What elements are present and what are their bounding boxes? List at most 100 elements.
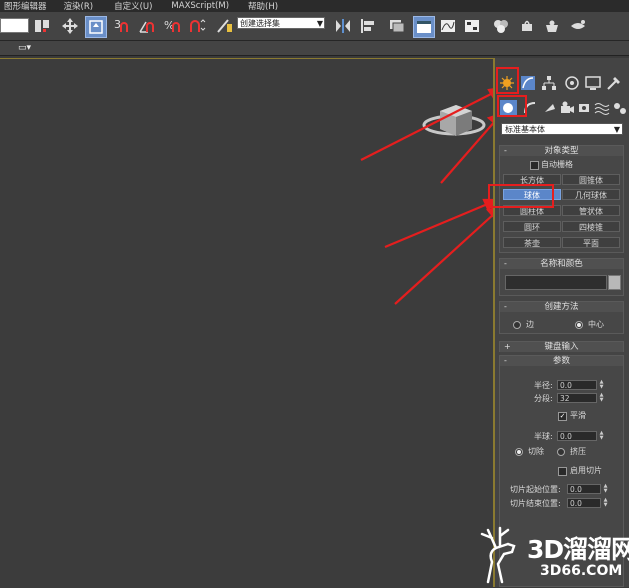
- hemisphere-label: 半球:: [534, 432, 553, 441]
- name-color-header[interactable]: - 名称和颜色: [500, 259, 623, 269]
- rendered-frame-window-icon[interactable]: [542, 16, 562, 36]
- percent-snap-icon[interactable]: %: [163, 16, 183, 36]
- collapse-icon: -: [504, 356, 507, 365]
- material-editor-icon[interactable]: [491, 16, 511, 36]
- chop-label: 切除: [528, 447, 544, 456]
- chop-radio[interactable]: [515, 448, 523, 456]
- segments-input[interactable]: 32: [557, 393, 597, 403]
- slice-to-input[interactable]: 0.0: [567, 498, 601, 508]
- mirror-icon[interactable]: [333, 16, 353, 36]
- torus-button[interactable]: 圆环: [503, 221, 561, 232]
- space-warps-category-icon[interactable]: [594, 100, 610, 116]
- select-by-name-icon[interactable]: [32, 16, 52, 36]
- menu-graph-editors[interactable]: 图形编辑器: [0, 0, 54, 12]
- creation-method-rollout: - 创建方法 边 中心: [499, 301, 624, 334]
- parameters-title: 参数: [552, 356, 570, 366]
- object-category-value: 标准基本体: [505, 125, 545, 134]
- annotation-box-sphere: [488, 184, 554, 208]
- collapse-icon: -: [504, 259, 507, 268]
- menu-customize[interactable]: 自定义(U): [110, 0, 159, 12]
- hemisphere-spinner-icon[interactable]: ▲ ▼: [598, 431, 605, 441]
- name-color-rollout: - 名称和颜色: [499, 258, 624, 296]
- segments-spinner-icon[interactable]: ▲ ▼: [598, 393, 605, 403]
- schematic-view-icon[interactable]: [462, 16, 482, 36]
- move-icon[interactable]: [60, 16, 80, 36]
- autogrid-label: 自动栅格: [541, 160, 573, 169]
- chevron-down-icon: ▼: [316, 19, 323, 28]
- collapse-icon: -: [504, 146, 507, 155]
- pyramid-button[interactable]: 四棱锥: [562, 221, 620, 232]
- parameters-header[interactable]: - 参数: [500, 356, 623, 366]
- viewport-perspective[interactable]: [0, 58, 493, 588]
- display-tab-icon[interactable]: [585, 75, 601, 91]
- annotation-box-create-tab: [496, 67, 519, 94]
- modify-tab-icon[interactable]: [520, 75, 536, 91]
- scene-explorer-icon[interactable]: [413, 16, 435, 38]
- render-setup-icon[interactable]: [517, 16, 537, 36]
- creation-method-header[interactable]: - 创建方法: [500, 302, 623, 312]
- object-name-field[interactable]: [505, 275, 607, 290]
- keyboard-entry-rollout: + 键盘输入: [499, 341, 624, 352]
- chevron-down-icon: ▼: [613, 125, 620, 134]
- menu-help[interactable]: 帮助(H): [244, 0, 285, 12]
- hemisphere-input[interactable]: 0.0: [557, 431, 597, 441]
- squash-radio[interactable]: [557, 448, 565, 456]
- teapot-button[interactable]: 茶壶: [503, 237, 561, 248]
- align-icon[interactable]: [358, 16, 378, 36]
- radius-label: 半径:: [534, 381, 553, 390]
- ribbon-toggle-icon[interactable]: ▭▾: [18, 43, 31, 53]
- named-selection-set-dropdown[interactable]: 创建选择集 ▼: [237, 17, 325, 29]
- radius-input[interactable]: 0.0: [557, 380, 597, 390]
- slice-from-input[interactable]: 0.0: [567, 484, 601, 494]
- radius-spinner-icon[interactable]: ▲ ▼: [598, 380, 605, 390]
- ribbon-bar: ▭▾: [0, 41, 629, 56]
- object-type-title: 对象类型: [544, 146, 579, 156]
- menu-rendering[interactable]: 渲染(R): [60, 0, 101, 12]
- angle-snap-icon[interactable]: [137, 16, 157, 36]
- helpers-category-icon[interactable]: [577, 100, 593, 116]
- render-production-icon[interactable]: [568, 16, 588, 36]
- cameras-category-icon[interactable]: [559, 100, 575, 116]
- squash-label: 挤压: [570, 447, 586, 456]
- viewport-canvas: [360, 88, 493, 305]
- lights-category-icon[interactable]: [541, 100, 557, 116]
- tube-button[interactable]: 管状体: [562, 205, 620, 216]
- segments-label: 分段:: [534, 394, 553, 403]
- named-selection-set-placeholder: 创建选择集: [240, 19, 280, 28]
- slice-to-spinner-icon[interactable]: ▲ ▼: [602, 498, 609, 508]
- motion-tab-icon[interactable]: [564, 75, 580, 91]
- hierarchy-tab-icon[interactable]: [541, 75, 557, 91]
- name-color-title: 名称和颜色: [540, 259, 583, 269]
- edit-named-selection-icon[interactable]: [214, 16, 234, 36]
- slice-from-spinner-icon[interactable]: ▲ ▼: [602, 484, 609, 494]
- collapse-icon: -: [504, 302, 507, 311]
- plane-button[interactable]: 平面: [562, 237, 620, 248]
- spinner-snap-icon[interactable]: [187, 16, 207, 36]
- main-toolbar: 3 % 创建选择集 ▼: [0, 12, 629, 41]
- object-color-swatch[interactable]: [608, 275, 621, 290]
- menu-bar: 图形编辑器 渲染(R) 自定义(U) MAXScript(M) 帮助(H): [0, 0, 629, 12]
- systems-category-icon[interactable]: [612, 100, 628, 116]
- selection-filter-field[interactable]: [0, 18, 29, 33]
- object-type-header[interactable]: - 对象类型: [500, 146, 623, 156]
- layer-manager-icon[interactable]: [387, 16, 407, 36]
- center-radio[interactable]: [575, 321, 583, 329]
- watermark-url: 3D66.COM: [540, 563, 623, 579]
- smooth-label: 平滑: [570, 411, 586, 420]
- geosphere-button[interactable]: 几何球体: [562, 189, 620, 200]
- slice-from-label: 切片起始位置:: [510, 485, 561, 494]
- edge-radio[interactable]: [513, 321, 521, 329]
- cone-button[interactable]: 圆锥体: [562, 174, 620, 185]
- snaps-toggle-icon[interactable]: 3: [112, 16, 132, 36]
- select-and-place-icon[interactable]: [85, 16, 107, 38]
- menu-maxscript[interactable]: MAXScript(M): [167, 1, 236, 11]
- object-category-dropdown[interactable]: 标准基本体 ▼: [501, 123, 623, 135]
- autogrid-checkbox[interactable]: [530, 161, 539, 170]
- keyboard-entry-header[interactable]: + 键盘输入: [500, 342, 623, 352]
- expand-icon: +: [504, 342, 511, 351]
- utilities-tab-icon[interactable]: [606, 75, 622, 91]
- slice-on-checkbox[interactable]: [558, 467, 567, 476]
- smooth-checkbox[interactable]: ✓: [558, 412, 567, 421]
- watermark-brand: 3D溜溜网: [527, 535, 629, 564]
- curve-editor-icon[interactable]: [438, 16, 458, 36]
